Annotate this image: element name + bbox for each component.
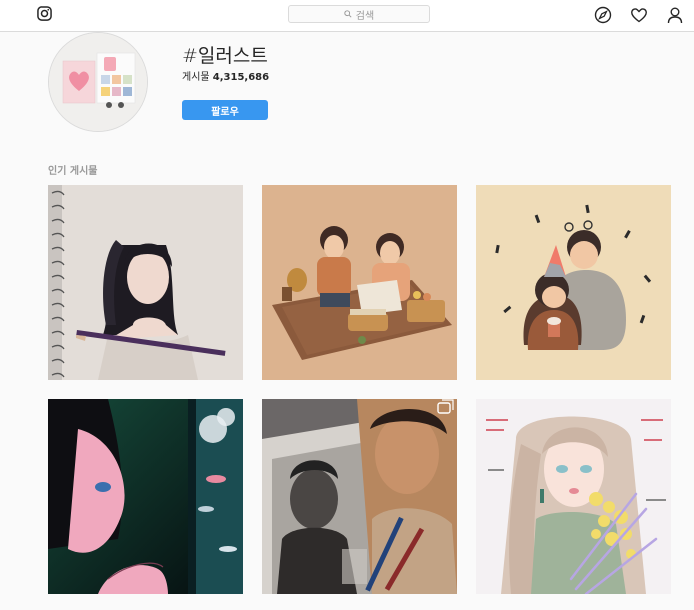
post-thumbnail-2[interactable]	[262, 185, 457, 380]
post-thumbnail-6[interactable]	[476, 399, 671, 594]
post-thumbnail-4[interactable]	[48, 399, 243, 594]
search-icon	[344, 10, 352, 18]
profile-icon[interactable]	[666, 6, 684, 24]
search-placeholder: 검색	[355, 10, 375, 22]
post-thumbnail-5[interactable]	[262, 399, 457, 594]
hashtag-title: #일러스트	[182, 45, 268, 67]
explore-compass-icon[interactable]	[594, 6, 612, 24]
search-input[interactable]: 검색	[288, 5, 430, 23]
follow-button[interactable]: 팔로우	[182, 100, 268, 120]
heart-icon[interactable]	[630, 6, 648, 24]
post-thumbnail-1[interactable]	[48, 185, 243, 380]
post-count-value: 4,315,686	[212, 72, 270, 83]
post-image-2	[262, 185, 457, 380]
post-count-label: 게시물	[182, 72, 210, 83]
instagram-logo-icon[interactable]	[37, 6, 52, 21]
post-image-1	[48, 185, 243, 380]
post-image-3	[476, 185, 671, 380]
top-nav-bar: 검색	[0, 0, 694, 32]
post-count: 게시물 4,315,686	[182, 68, 269, 83]
post-image-6	[476, 399, 671, 594]
post-image-5	[262, 399, 457, 594]
top-posts-label: 인기 게시물	[48, 166, 98, 177]
hashtag-avatar	[48, 32, 148, 132]
hashtag-avatar-image	[49, 33, 147, 131]
post-thumbnail-3[interactable]	[476, 185, 671, 380]
post-image-4	[48, 399, 243, 594]
